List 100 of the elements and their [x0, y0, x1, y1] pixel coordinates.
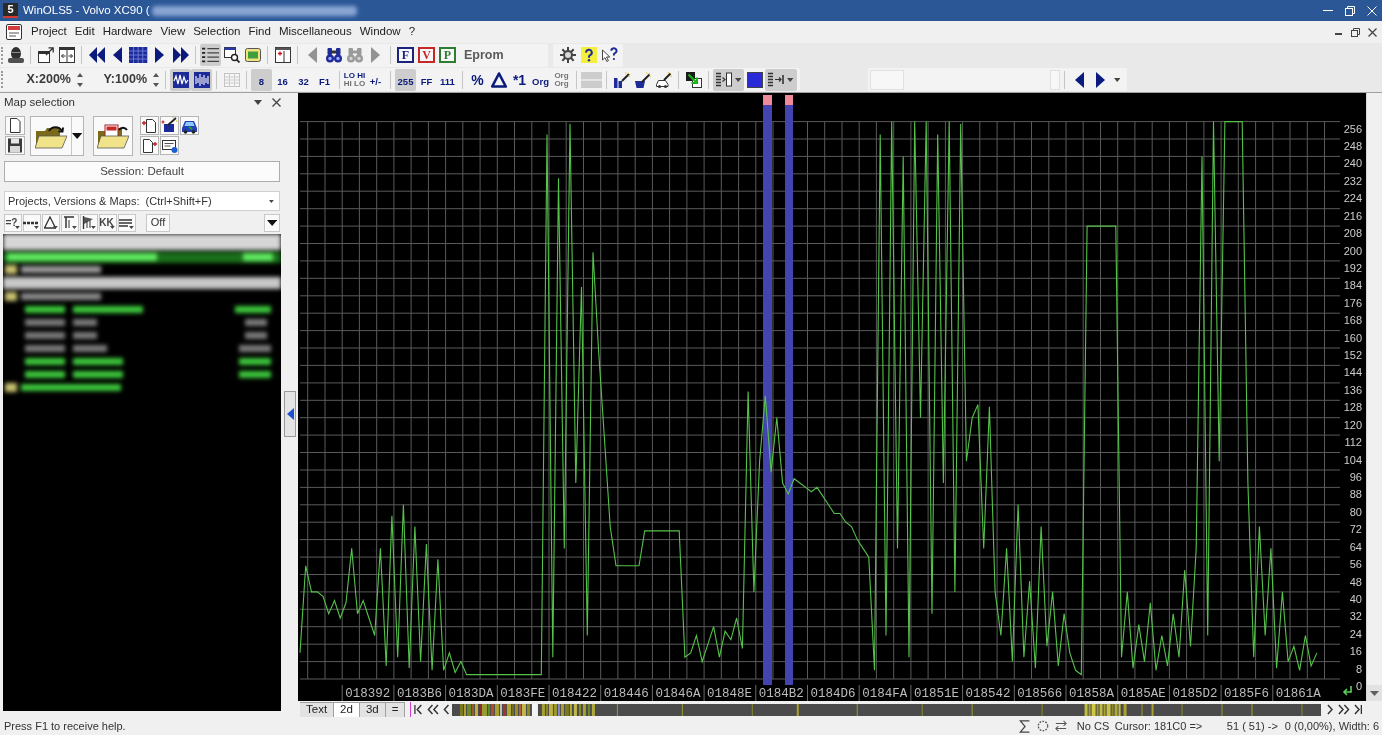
toolbar-button[interactable] — [56, 44, 77, 66]
filter-button[interactable] — [118, 213, 136, 232]
toolbar-button[interactable] — [191, 68, 212, 91]
caret-icon — [110, 225, 115, 229]
view-tab[interactable]: 3d — [359, 701, 386, 718]
toolbar-button[interactable]: Org — [530, 68, 551, 91]
filter-button[interactable] — [42, 213, 60, 232]
view-tab[interactable]: Text — [300, 701, 335, 718]
return-arrow-icon[interactable] — [1342, 685, 1352, 696]
zoom-field[interactable]: Y:100% — [85, 68, 161, 91]
toolbar-button[interactable] — [5, 44, 26, 66]
session-button[interactable]: Session: Default — [4, 161, 280, 182]
menu-item[interactable]: Hardware — [98, 22, 157, 42]
save-icon[interactable] — [5, 136, 25, 155]
toolbar-button[interactable]: 8 — [251, 68, 272, 91]
new-document-icon[interactable] — [5, 116, 25, 135]
caret-icon[interactable] — [254, 100, 262, 105]
toolbar-button[interactable] — [200, 44, 221, 66]
filter-button[interactable]: KK — [99, 213, 117, 232]
toolbar-button[interactable]: FF — [416, 68, 437, 91]
vertical-scrollbar[interactable] — [1366, 93, 1382, 701]
wand-page-icon[interactable] — [160, 116, 179, 135]
value-scale-label: 112 — [1344, 436, 1362, 449]
table-icon — [223, 71, 240, 88]
lines-icon — [119, 218, 132, 227]
filter-button[interactable]: =? — [4, 213, 22, 232]
toolbar-button[interactable]: F1 — [314, 68, 335, 91]
toolbar-button[interactable] — [272, 44, 293, 66]
car-icon[interactable] — [180, 116, 199, 135]
filter-button[interactable] — [61, 213, 79, 232]
filter-button[interactable] — [80, 213, 98, 232]
toolbar-button[interactable]: 32 — [293, 68, 314, 91]
sigma-icon[interactable] — [1018, 719, 1030, 733]
collapse-triangle-icon — [286, 408, 294, 420]
menu-item[interactable]: Edit — [70, 22, 99, 42]
menu-item[interactable]: Window — [355, 22, 405, 42]
double-chevron-left-icon[interactable] — [426, 704, 439, 715]
menu-item[interactable]: Project — [27, 22, 71, 42]
toolbar-button[interactable]: % — [467, 68, 488, 91]
open-project-button[interactable] — [93, 116, 133, 156]
last-icon[interactable] — [1353, 704, 1362, 715]
toolbar-button[interactable]: Eprom — [458, 44, 510, 66]
restore-icon[interactable] — [1351, 27, 1360, 37]
toolbar-button[interactable] — [35, 44, 56, 66]
menu-item[interactable]: Selection — [189, 22, 245, 42]
menu-item[interactable]: Miscellaneous — [274, 22, 356, 42]
first-icon[interactable] — [414, 704, 423, 715]
toolbar-button[interactable] — [557, 44, 578, 66]
address-label: 018422 — [552, 687, 597, 701]
chevron-right-icon[interactable] — [1327, 704, 1334, 715]
zoom-field[interactable]: X:200% — [5, 68, 85, 91]
toolbar-button[interactable]: *1 — [509, 68, 530, 91]
dropdown-button[interactable] — [264, 213, 280, 232]
dotted-circle-icon[interactable] — [1036, 720, 1049, 732]
off-button[interactable]: Off — [146, 213, 170, 232]
spinner-icon[interactable] — [153, 72, 159, 87]
value-scale-label: 144 — [1343, 366, 1362, 379]
card-icon[interactable] — [160, 136, 179, 155]
window-search-icon — [223, 47, 240, 63]
toolbar-button[interactable]: 16 — [272, 68, 293, 91]
filter-button[interactable] — [23, 213, 41, 232]
collapse-button[interactable] — [284, 391, 296, 437]
double-chevron-right-icon[interactable] — [1337, 704, 1350, 715]
menu-item[interactable]: ? — [404, 22, 420, 42]
view-tab[interactable]: 2d — [334, 701, 360, 718]
chevron-left-icon[interactable] — [442, 704, 449, 715]
toolbar-button[interactable]: +/- — [365, 68, 386, 91]
spinner-icon[interactable] — [77, 72, 83, 87]
toolbar-button[interactable] — [128, 44, 149, 66]
add-page-icon[interactable] — [140, 116, 159, 135]
toolbar-button[interactable]: V — [418, 47, 435, 63]
view-tab[interactable]: = — [385, 701, 406, 718]
close-icon[interactable] — [1368, 27, 1377, 37]
toolbar-button[interactable]: 111 — [437, 68, 458, 91]
toolbar-button[interactable]: P — [439, 47, 456, 63]
toolbar-button[interactable] — [170, 44, 191, 66]
menu-item[interactable]: Find — [244, 22, 275, 42]
close-icon[interactable] — [272, 98, 281, 107]
open-button[interactable] — [30, 116, 84, 156]
value-scale-label: 64 — [1349, 540, 1362, 553]
swap-arrows-icon[interactable] — [1054, 720, 1067, 732]
address-label: 0184FA — [862, 687, 908, 701]
window-icon — [274, 47, 291, 63]
caret-icon[interactable] — [269, 199, 274, 203]
toolbar-button[interactable]: 255 — [395, 68, 416, 91]
toolbar-button[interactable]: F — [397, 47, 414, 63]
document-icon[interactable] — [6, 24, 22, 40]
caret-icon — [1113, 77, 1121, 82]
triangle-down-icon — [72, 133, 83, 139]
search-field[interactable]: Projects, Versions & Maps: (Ctrl+Shift+F) — [4, 191, 280, 211]
restore-icon[interactable] — [1345, 5, 1355, 16]
dropdown-button[interactable] — [713, 68, 745, 91]
overview-strip[interactable] — [452, 703, 1322, 716]
dropdown-button[interactable] — [765, 68, 797, 91]
toolbar-button[interactable] — [221, 44, 242, 66]
toolbar-button[interactable] — [170, 68, 191, 91]
toolbar-button[interactable]: LO HI HI LO — [344, 68, 365, 91]
toolbar-button[interactable] — [578, 44, 599, 66]
down-arrow-icon[interactable] — [1370, 690, 1379, 696]
menu-item[interactable]: View — [156, 22, 190, 42]
